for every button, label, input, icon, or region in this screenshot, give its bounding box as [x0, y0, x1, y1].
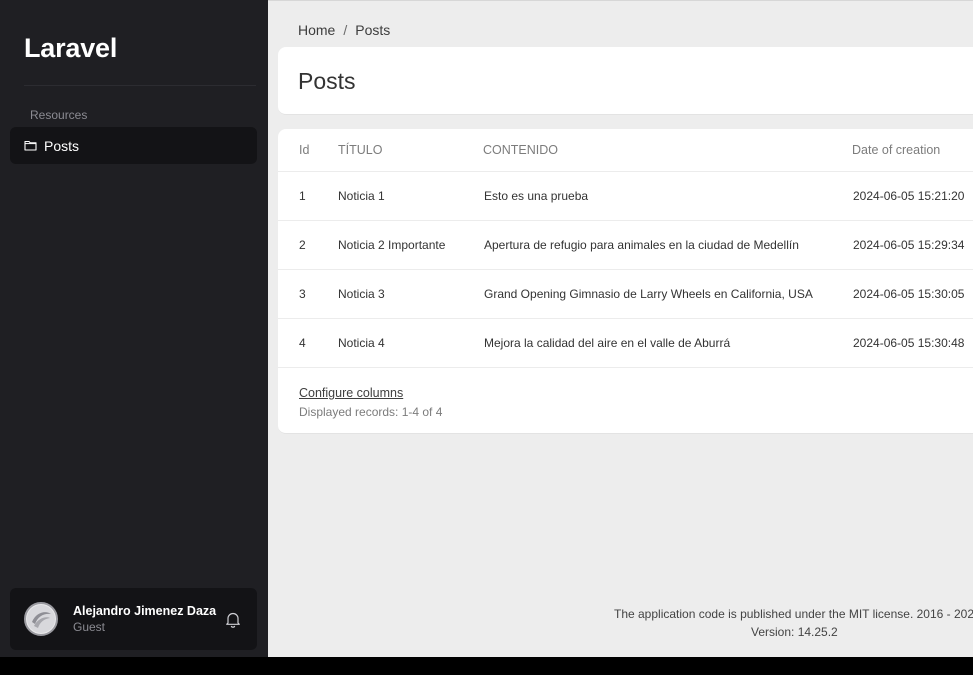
column-header-content[interactable]: CONTENIDO [483, 143, 558, 157]
column-header-id[interactable]: Id [299, 143, 309, 157]
breadcrumb-separator: / [343, 22, 348, 38]
records-count: Displayed records: 1-4 of 4 [299, 405, 443, 419]
sidebar-item-posts[interactable]: Posts [10, 127, 257, 164]
posts-table: Id TÍTULO CONTENIDO Date of creation 1 N… [278, 129, 973, 434]
table-row[interactable]: 4 Noticia 4 Mejora la calidad del aire e… [278, 319, 973, 368]
cell-id: 2 [299, 238, 306, 252]
folder-icon [24, 140, 37, 151]
breadcrumb-home[interactable]: Home [298, 22, 335, 38]
sidebar-item-label: Posts [44, 137, 80, 154]
profile-role: Guest [73, 620, 106, 634]
table-row[interactable]: 1 Noticia 1 Esto es una prueba 2024-06-0… [278, 172, 973, 221]
cell-id: 1 [299, 189, 306, 203]
cell-title: Noticia 1 [338, 189, 385, 203]
user-profile[interactable]: Alejandro Jimenez Daza Guest [10, 588, 257, 650]
app: Laravel Resources Posts Alejandro Jimene… [0, 0, 973, 657]
breadcrumb-current: Posts [355, 22, 391, 38]
cell-content: Grand Opening Gimnasio de Larry Wheels e… [484, 287, 813, 301]
main-content: Home / Posts Posts Id TÍTULO CONTENIDO D… [268, 0, 973, 657]
table-row[interactable]: 3 Noticia 3 Grand Opening Gimnasio de La… [278, 270, 973, 319]
bell-icon[interactable] [225, 611, 241, 628]
footer-version: Version: 14.25.2 [751, 625, 838, 639]
cell-content: Mejora la calidad del aire en el valle d… [484, 336, 731, 350]
sidebar: Laravel Resources Posts Alejandro Jimene… [0, 0, 268, 657]
cell-date: 2024-06-05 15:30:05 [853, 287, 965, 301]
cell-content: Apertura de refugio para animales en la … [484, 238, 799, 252]
cell-date: 2024-06-05 15:21:20 [853, 189, 965, 203]
cell-title: Noticia 3 [338, 287, 385, 301]
brand-logo[interactable]: Laravel [24, 33, 117, 64]
configure-columns-link[interactable]: Configure columns [299, 386, 403, 400]
divider [24, 85, 256, 86]
page-title: Posts [298, 68, 356, 94]
column-header-title[interactable]: TÍTULO [338, 143, 382, 157]
cell-date: 2024-06-05 15:29:34 [853, 238, 965, 252]
cell-id: 3 [299, 287, 306, 301]
cell-id: 4 [299, 336, 306, 350]
column-header-date[interactable]: Date of creation [852, 143, 940, 157]
profile-text: Alejandro Jimenez Daza Guest [73, 604, 216, 634]
title-card: Posts [278, 47, 973, 115]
table-header: Id TÍTULO CONTENIDO Date of creation [278, 129, 973, 172]
cell-title: Noticia 2 Importante [338, 238, 446, 252]
cell-date: 2024-06-05 15:30:48 [853, 336, 965, 350]
avatar-icon [24, 602, 58, 636]
cell-content: Esto es una prueba [484, 189, 589, 203]
cell-title: Noticia 4 [338, 336, 385, 350]
table-row[interactable]: 2 Noticia 2 Importante Apertura de refug… [278, 221, 973, 270]
profile-name: Alejandro Jimenez Daza [73, 604, 217, 618]
footer-license: The application code is published under … [614, 607, 973, 621]
sidebar-section-title: Resources [30, 108, 88, 122]
breadcrumb: Home / Posts [298, 22, 390, 38]
